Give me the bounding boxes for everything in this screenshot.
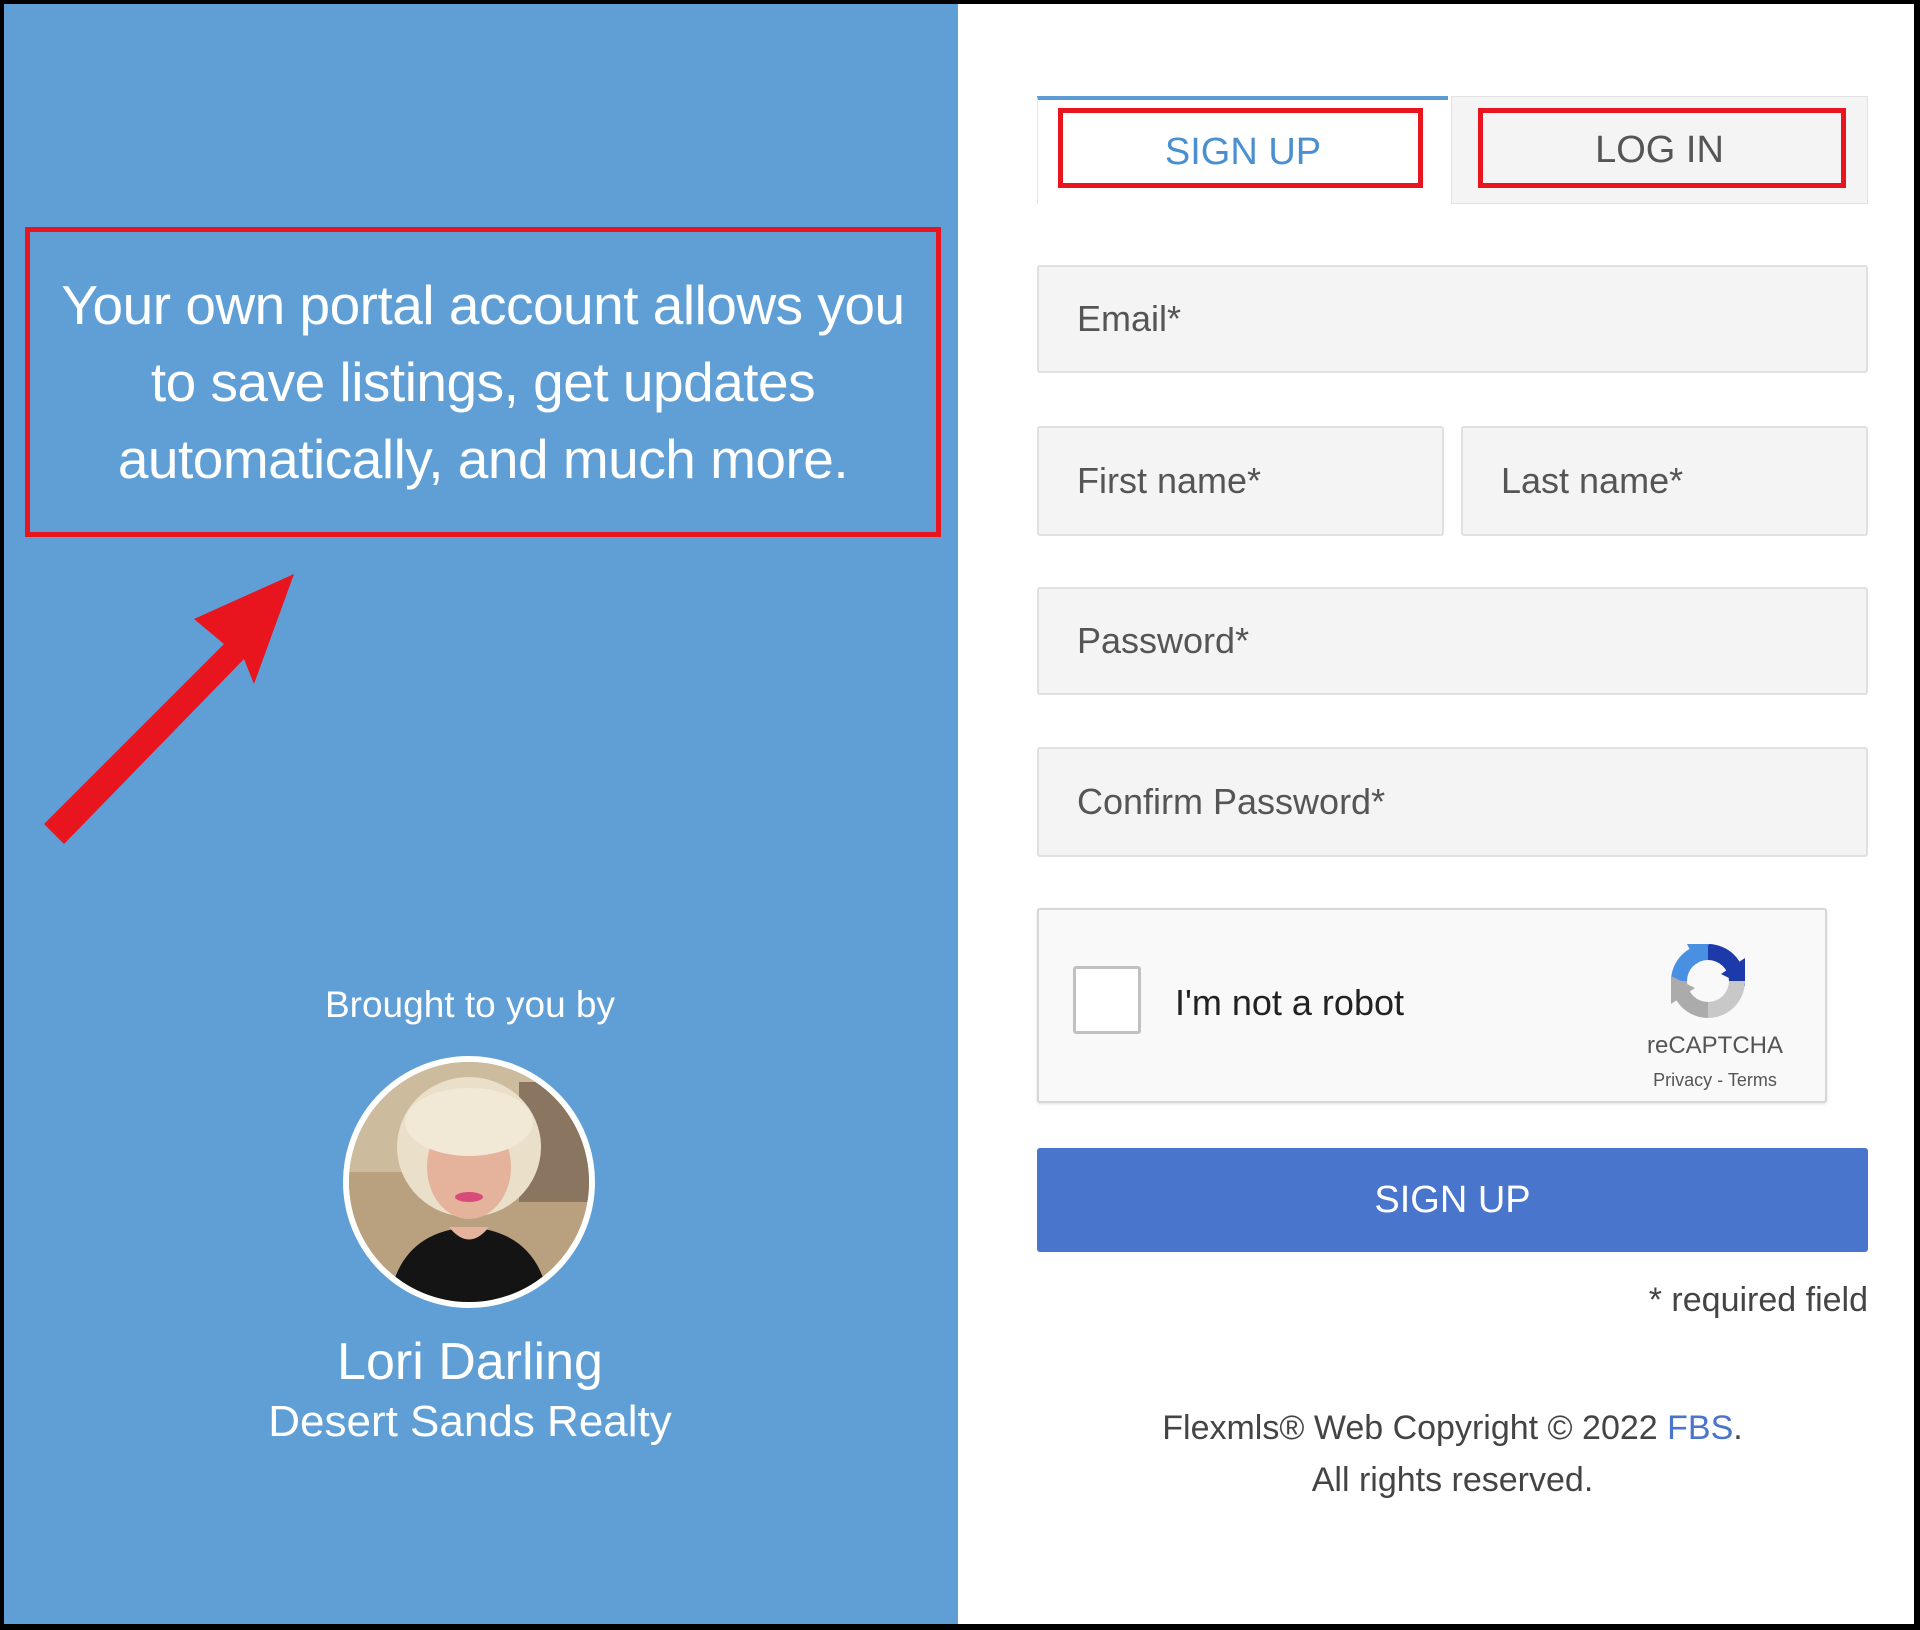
sign-up-button[interactable]: SIGN UP: [1037, 1148, 1868, 1252]
annotation-arrow-icon: [44, 574, 294, 844]
last-name-field[interactable]: [1461, 426, 1868, 536]
promo-panel: Your own portal account allows you to sa…: [4, 4, 958, 1624]
agent-avatar: [343, 1056, 595, 1308]
copyright-period: .: [1733, 1409, 1743, 1447]
recaptcha-link-separator: -: [1717, 1070, 1724, 1090]
tab-sign-up[interactable]: SIGN UP: [1037, 96, 1448, 204]
fbs-link[interactable]: FBS: [1667, 1409, 1733, 1447]
recaptcha-links: Privacy - Terms: [1635, 1070, 1795, 1091]
tab-log-in[interactable]: LOG IN: [1451, 96, 1868, 204]
copyright-footer: Flexmls® Web Copyright © 2022 FBS. All r…: [1037, 1402, 1868, 1506]
tab-log-in-label: LOG IN: [1595, 128, 1724, 171]
auth-tabs: SIGN UP LOG IN: [1037, 96, 1868, 204]
tagline-highlight-box: Your own portal account allows you to sa…: [25, 227, 941, 537]
copyright-text: Flexmls® Web Copyright © 2022: [1162, 1409, 1658, 1447]
confirm-password-field[interactable]: [1037, 747, 1868, 857]
tagline-text: Your own portal account allows you to sa…: [61, 273, 905, 490]
agent-company: Desert Sands Realty: [268, 1397, 672, 1446]
copyright-line: Flexmls® Web Copyright © 2022 FBS.: [1037, 1402, 1868, 1454]
password-field[interactable]: [1037, 587, 1868, 695]
agent-photo: [349, 1062, 589, 1302]
recaptcha-logo-icon: [1671, 944, 1745, 1018]
recaptcha-terms-link[interactable]: Terms: [1728, 1070, 1777, 1090]
page-frame: Your own portal account allows you to sa…: [4, 4, 1914, 1624]
recaptcha-brand: reCAPTCHA: [1646, 1032, 1784, 1059]
brought-to-you-by: Brought to you by: [324, 984, 616, 1025]
agent-name: Lori Darling: [337, 1333, 603, 1391]
recaptcha-widget: I'm not a robot reCAPTCHA Privacy - Term…: [1037, 908, 1827, 1103]
required-field-note: * required field: [1648, 1281, 1868, 1319]
first-name-field[interactable]: [1037, 426, 1444, 536]
recaptcha-privacy-link[interactable]: Privacy: [1653, 1070, 1712, 1090]
recaptcha-label: I'm not a robot: [1175, 982, 1404, 1023]
rights-reserved: All rights reserved.: [1311, 1461, 1594, 1499]
email-field[interactable]: [1037, 265, 1868, 373]
tab-sign-up-label: SIGN UP: [1164, 130, 1322, 173]
recaptcha-checkbox[interactable]: [1073, 966, 1141, 1034]
